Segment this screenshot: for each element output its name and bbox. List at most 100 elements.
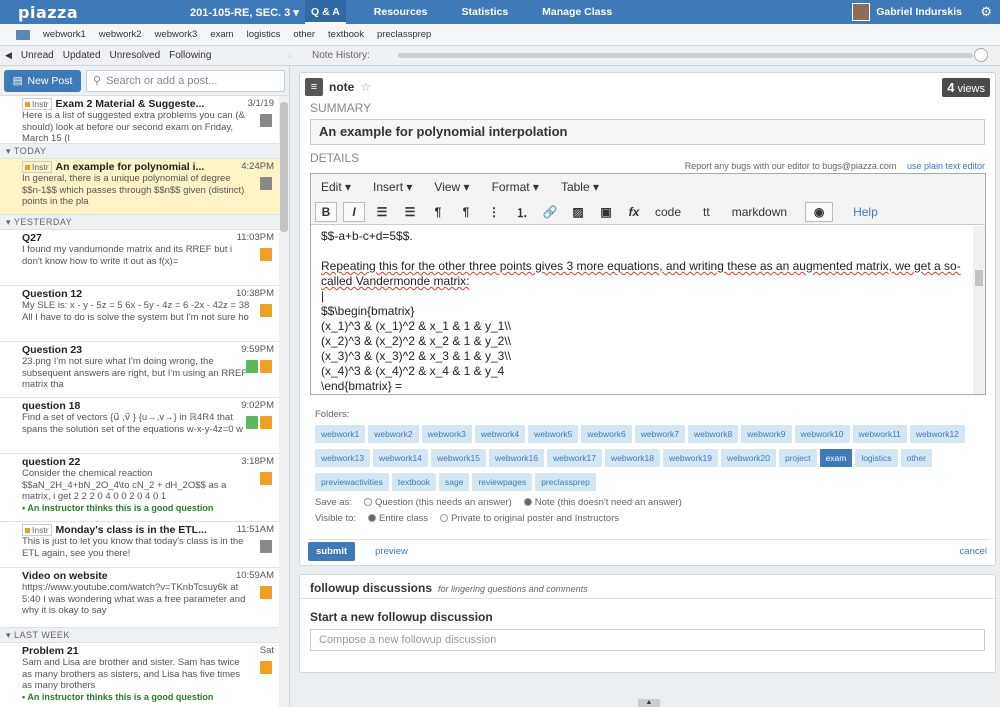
radio-private[interactable]: [440, 514, 449, 522]
preview-link[interactable]: preview: [375, 546, 408, 557]
menu-format[interactable]: Format ▾: [492, 180, 539, 194]
menu-view[interactable]: View ▾: [434, 180, 469, 194]
list-item[interactable]: question 22 Consider the chemical reactio…: [0, 454, 280, 522]
folder-tag-webwork1[interactable]: webwork1: [315, 425, 366, 443]
section-today[interactable]: ▾ TODAY: [0, 144, 280, 159]
filter-following[interactable]: Following: [169, 50, 211, 61]
link-icon[interactable]: 🔗: [539, 202, 561, 222]
section-yesterday[interactable]: ▾ YESTERDAY: [0, 215, 280, 230]
paragraph-ltr-icon[interactable]: ¶: [427, 202, 449, 222]
editor-content[interactable]: $$-a+b-c+d=5$$. Repeating this for the o…: [311, 225, 985, 395]
paragraph-rtl-icon[interactable]: ¶: [455, 202, 477, 222]
folder-webwork3[interactable]: webwork3: [155, 29, 198, 40]
note-history-knob[interactable]: [974, 48, 988, 62]
list-item[interactable]: Instr An example for polynomial i... In g…: [0, 159, 280, 215]
radio-note[interactable]: [523, 498, 532, 506]
nav-resources[interactable]: Resources: [368, 0, 434, 24]
folder-tag-webwork20[interactable]: webwork20: [721, 449, 776, 467]
section-last-week[interactable]: ▾ LAST WEEK: [0, 628, 280, 643]
filter-unread[interactable]: Unread: [21, 50, 54, 61]
menu-table[interactable]: Table ▾: [561, 180, 599, 194]
folder-tag-webwork9[interactable]: webwork9: [741, 425, 792, 443]
menu-insert[interactable]: Insert ▾: [373, 180, 412, 194]
summary-input[interactable]: An example for polynomial interpolation: [310, 119, 985, 145]
list-item[interactable]: Question 12 My SLE is: x - y - 5z = 5 6x …: [0, 286, 280, 342]
numbered-list-icon[interactable]: ⒈: [511, 202, 533, 222]
filter-updated[interactable]: Updated: [63, 50, 101, 61]
folder-webwork2[interactable]: webwork2: [99, 29, 142, 40]
folder-tag-preclassprep[interactable]: preclassprep: [535, 473, 596, 491]
folder-tag-webwork19[interactable]: webwork19: [663, 449, 718, 467]
course-selector[interactable]: 201-105-RE, SEC. 3 ▾: [190, 6, 305, 19]
nav-qa[interactable]: Q & A: [305, 0, 346, 24]
formula-icon[interactable]: fx: [623, 202, 645, 222]
folder-tag-logistics[interactable]: logistics: [855, 449, 898, 467]
search-input[interactable]: ⚲ Search or add a post...: [86, 69, 285, 92]
list-item[interactable]: Problem 21 Sam and Lisa are brother and s…: [0, 643, 280, 707]
folder-tag-exam[interactable]: exam: [819, 449, 853, 467]
gear-icon[interactable]: ⚙: [980, 4, 992, 20]
list-item[interactable]: Question 23 23.png I'm not sure what I'm …: [0, 342, 280, 398]
folder-webwork1[interactable]: webwork1: [43, 29, 86, 40]
folder-other[interactable]: other: [293, 29, 315, 40]
folder-tag-reviewpages[interactable]: reviewpages: [472, 473, 533, 491]
folder-tag-webwork17[interactable]: webwork17: [547, 449, 602, 467]
filter-unresolved[interactable]: Unresolved: [110, 50, 161, 61]
submit-button[interactable]: submit: [308, 542, 356, 561]
folder-tag-webwork5[interactable]: webwork5: [528, 425, 579, 443]
user-menu[interactable]: Gabriel Indurskis: [852, 0, 962, 24]
radio-question[interactable]: [363, 498, 372, 506]
list-item[interactable]: Instr Exam 2 Material & Suggeste... Here …: [0, 96, 280, 144]
folder-tag-webwork15[interactable]: webwork15: [431, 449, 486, 467]
code-button[interactable]: code: [651, 205, 685, 219]
note-history-slider[interactable]: [398, 53, 973, 58]
folder-tag-webwork2[interactable]: webwork2: [368, 425, 419, 443]
italic-icon[interactable]: I: [343, 202, 365, 222]
align-center-icon[interactable]: ☰: [399, 202, 421, 222]
folder-tag-webwork3[interactable]: webwork3: [421, 425, 472, 443]
new-post-button[interactable]: ▤ New Post: [4, 69, 81, 92]
folder-tag-webwork12[interactable]: webwork12: [909, 425, 965, 443]
folder-tag-webwork8[interactable]: webwork8: [687, 425, 739, 443]
folder-tag-webwork16[interactable]: webwork16: [489, 449, 544, 467]
followup-input[interactable]: Compose a new followup discussion: [310, 629, 985, 651]
folder-preclassprep[interactable]: preclassprep: [377, 29, 431, 40]
help-link[interactable]: Help: [853, 205, 878, 219]
star-icon[interactable]: ☆: [360, 80, 371, 94]
preview-eye-icon[interactable]: ◉: [805, 202, 834, 222]
list-item[interactable]: question 18 Find a set of vectors {u⃗ ,v⃗…: [0, 398, 280, 454]
editor-scrollbar[interactable]: [973, 226, 985, 394]
image-icon[interactable]: ▨: [567, 202, 589, 222]
folder-tag-webwork10[interactable]: webwork10: [794, 425, 850, 443]
folder-logistics[interactable]: logistics: [247, 29, 281, 40]
folder-tag-other[interactable]: other: [900, 449, 932, 467]
post-list-scrollbar[interactable]: [279, 96, 289, 707]
nav-statistics[interactable]: Statistics: [455, 0, 514, 24]
folder-tag-sage[interactable]: sage: [439, 473, 470, 491]
cancel-link[interactable]: cancel: [960, 546, 987, 557]
folder-textbook[interactable]: textbook: [328, 29, 364, 40]
folder-tag-previewactivities[interactable]: previewactivities: [315, 473, 389, 491]
folder-tag-project[interactable]: project: [779, 449, 817, 467]
collapse-left-icon[interactable]: ◀: [5, 50, 12, 61]
folder-tag-webwork14[interactable]: webwork14: [373, 449, 428, 467]
folder-tag-webwork7[interactable]: webwork7: [634, 425, 685, 443]
list-item[interactable]: Q27 I found my vandumonde matrix and its …: [0, 230, 280, 286]
folder-icon[interactable]: [16, 29, 30, 40]
folder-tag-webwork6[interactable]: webwork6: [581, 425, 632, 443]
plain-text-editor-link[interactable]: use plain text editor: [907, 161, 985, 171]
radio-entire-class[interactable]: [368, 514, 377, 522]
markdown-button[interactable]: markdown: [728, 205, 791, 219]
menu-edit[interactable]: Edit ▾: [321, 180, 351, 194]
list-item[interactable]: Video on website https://www.youtube.com/…: [0, 568, 280, 628]
bullet-list-icon[interactable]: ⋮: [483, 202, 505, 222]
piazza-logo[interactable]: piazza: [18, 3, 190, 22]
expand-up-icon[interactable]: ▲: [638, 699, 660, 707]
align-left-icon[interactable]: ☰: [371, 202, 393, 222]
nav-manage-class[interactable]: Manage Class: [536, 0, 618, 24]
folder-tag-webwork13[interactable]: webwork13: [315, 449, 370, 467]
list-item[interactable]: Instr Monday's class is in the ETL... This…: [0, 522, 280, 568]
media-icon[interactable]: ▣: [595, 202, 617, 222]
folder-tag-webwork18[interactable]: webwork18: [605, 449, 660, 467]
bold-icon[interactable]: B: [315, 202, 337, 222]
